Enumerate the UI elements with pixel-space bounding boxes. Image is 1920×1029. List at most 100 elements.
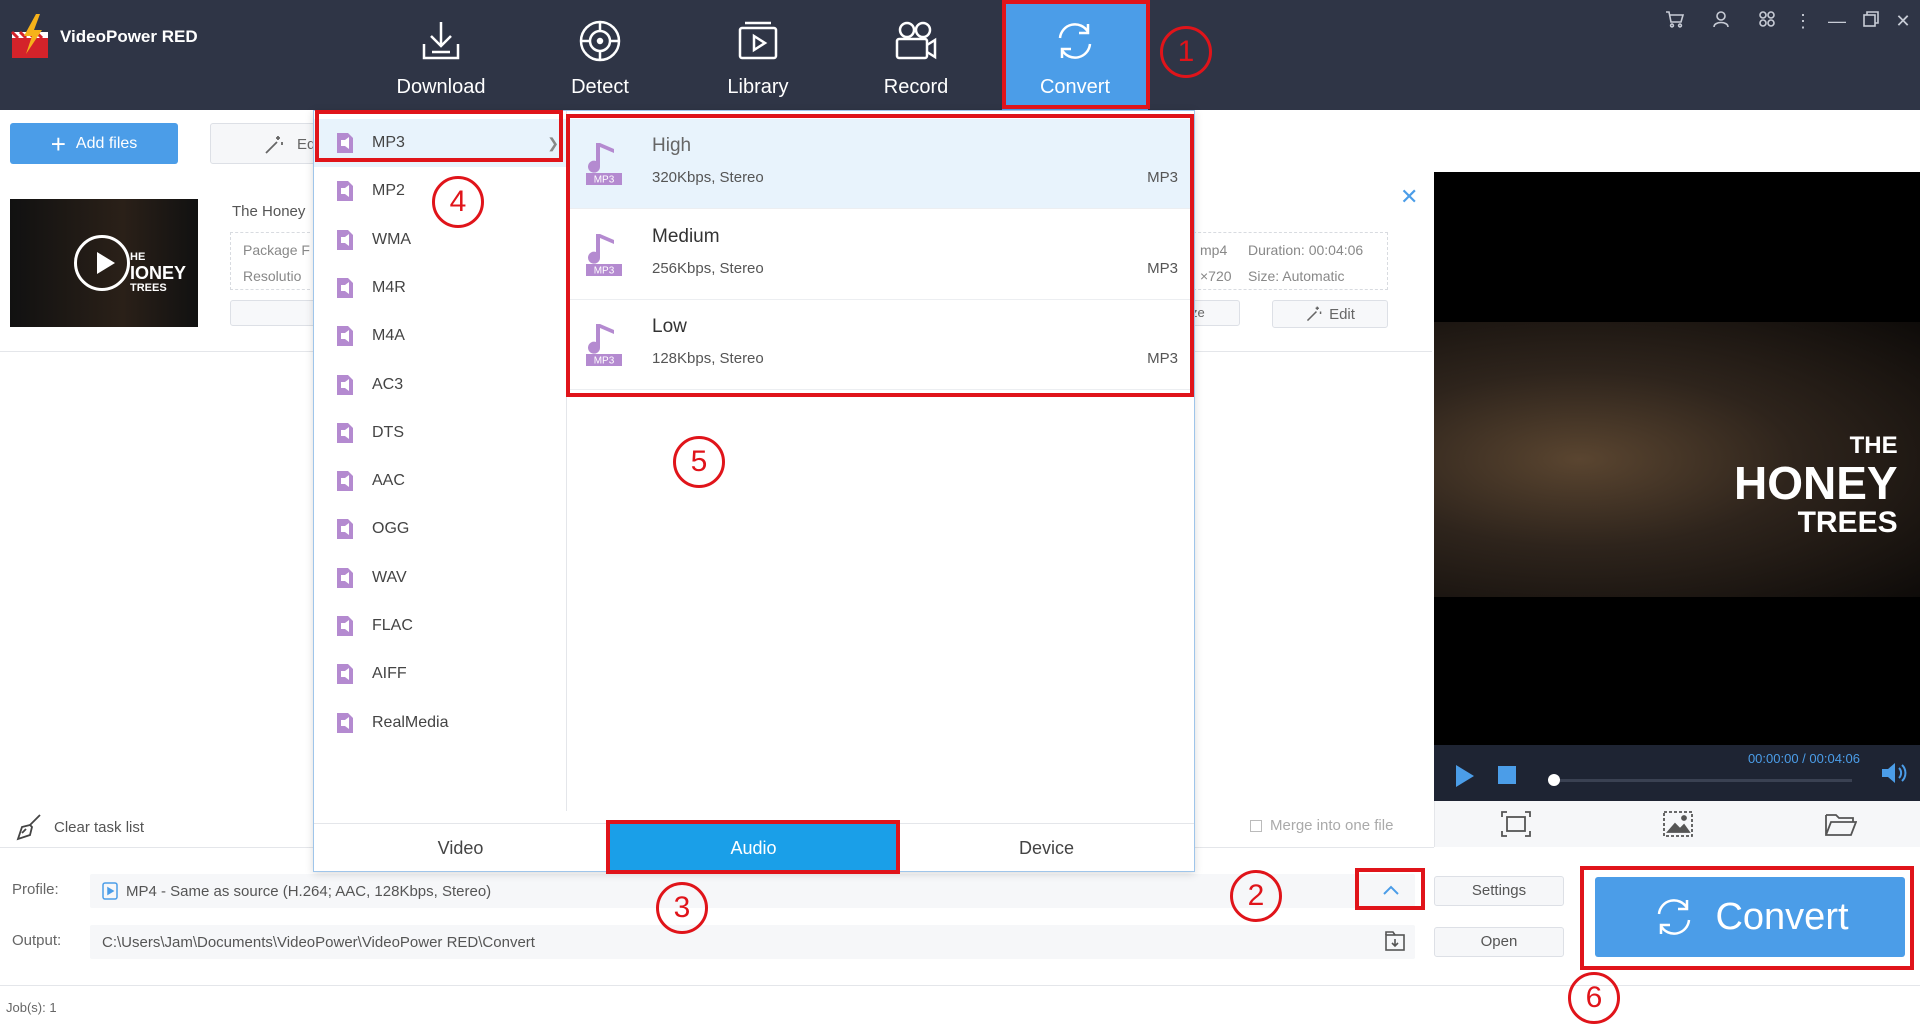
convert-icon — [1058, 23, 1092, 59]
nav-download[interactable]: Download — [366, 0, 516, 110]
player-controls: 00:00:00 / 00:04:06 — [1434, 745, 1920, 801]
music-note-icon: MP3 — [586, 143, 622, 186]
format-item-m4a[interactable]: M4A — [314, 312, 567, 360]
output-path-field[interactable]: C:\Users\Jam\Documents\VideoPower\VideoP… — [90, 925, 1415, 959]
audio-file-icon — [337, 519, 353, 540]
quality-item-medium[interactable]: MP3 Medium 256Kbps, Stereo MP3 — [568, 210, 1194, 300]
audio-file-icon — [337, 471, 353, 492]
quality-format: MP3 — [1147, 259, 1178, 277]
nav-record[interactable]: Record — [841, 0, 991, 110]
open-folder-icon[interactable] — [1825, 811, 1857, 837]
detect-icon — [579, 20, 621, 62]
task-edit-button[interactable]: Edit — [1272, 300, 1388, 328]
nav-convert-label: Convert — [1039, 76, 1111, 98]
step-2-badge: 2 — [1230, 870, 1282, 922]
svg-text:MP3: MP3 — [594, 175, 615, 186]
convert-button[interactable]: Convert — [1595, 877, 1905, 957]
quality-format: MP3 — [1147, 169, 1178, 186]
audio-file-icon — [337, 181, 353, 202]
tab-device[interactable]: Device — [900, 824, 1193, 872]
preview-toolbar — [1434, 801, 1920, 847]
playback-time: 00:00:00 / 00:04:06 — [1747, 751, 1860, 766]
clear-task-list-button[interactable]: Clear task list — [16, 813, 144, 841]
volume-icon[interactable] — [1880, 761, 1908, 785]
format-item-aac[interactable]: AAC — [314, 457, 567, 505]
step-6-badge: 6 — [1568, 972, 1620, 1024]
svg-text:MP3: MP3 — [594, 265, 615, 276]
open-button[interactable]: Open — [1434, 927, 1564, 957]
format-label: WAV — [372, 568, 407, 586]
quality-item-high[interactable]: MP3 High 320Kbps, Stereo MP3 — [568, 119, 1194, 209]
profile-select[interactable]: MP4 - Same as source (H.264; AAC, 128Kbp… — [90, 874, 1415, 908]
format-label: WMA — [372, 230, 412, 248]
cart-icon[interactable] — [1664, 10, 1686, 32]
format-item-realmedia[interactable]: RealMedia — [314, 699, 567, 747]
seek-handle[interactable] — [1548, 774, 1560, 786]
format-item-ogg[interactable]: OGG — [314, 505, 567, 553]
add-files-button[interactable]: + Add files — [10, 123, 178, 164]
quality-list: MP3 High 320Kbps, Stereo MP3 MP3 Medium 256Kbp… — [568, 111, 1194, 811]
quality-item-low[interactable]: MP3 Low 128Kbps, Stereo MP3 — [568, 300, 1194, 390]
app-title: VideoPower RED — [60, 27, 198, 46]
nav-library-label: Library — [727, 76, 789, 98]
snapshot-icon[interactable] — [1663, 811, 1693, 837]
nav-library[interactable]: Library — [683, 0, 833, 110]
step-3-badge: 3 — [656, 882, 708, 934]
audio-file-icon — [337, 374, 353, 395]
tab-video[interactable]: Video — [314, 824, 607, 872]
merge-checkbox[interactable]: Merge into one file — [1250, 817, 1393, 834]
browse-folder-icon[interactable] — [1384, 930, 1406, 952]
step-5-badge: 5 — [673, 436, 725, 488]
more-menu-icon[interactable]: ⋮ — [1792, 10, 1814, 32]
profile-dropdown-toggle[interactable] — [1358, 870, 1424, 910]
thumbnail-play-icon[interactable] — [74, 235, 130, 291]
video-thumbnail[interactable]: HE IONEY TREES — [10, 199, 198, 327]
quality-name: High — [652, 135, 692, 156]
audio-file-icon — [337, 229, 353, 250]
quality-name: Medium — [652, 225, 720, 247]
task-action-button[interactable] — [230, 300, 316, 326]
remove-task-icon[interactable]: ✕ — [1400, 184, 1418, 210]
preview-frame: THE HONEY TREES — [1434, 322, 1920, 597]
nav-download-label: Download — [396, 76, 486, 98]
stop-icon[interactable] — [1498, 766, 1516, 784]
edit-toolbar-button[interactable]: Ed — [210, 123, 330, 164]
format-item-m4r[interactable]: M4R — [314, 264, 567, 312]
format-item-dts[interactable]: DTS — [314, 409, 567, 457]
apps-icon[interactable] — [1756, 10, 1778, 32]
tab-audio[interactable]: Audio — [607, 824, 900, 872]
magic-wand-icon — [265, 136, 283, 154]
format-label: RealMedia — [372, 713, 449, 731]
quality-detail: 320Kbps, Stereo — [652, 169, 764, 186]
task-edit-label: Edit — [1329, 305, 1355, 323]
minimize-icon[interactable]: — — [1826, 10, 1848, 32]
format-item-mp3[interactable]: MP3 ❯ — [314, 119, 567, 167]
fullscreen-icon[interactable] — [1501, 811, 1531, 837]
settings-button[interactable]: Settings — [1434, 876, 1564, 906]
format-item-flac[interactable]: FLAC — [314, 602, 567, 650]
status-divider — [0, 985, 1920, 986]
svg-text:MP3: MP3 — [594, 356, 615, 367]
format-label: M4A — [372, 327, 405, 345]
format-item-ac3[interactable]: AC3 — [314, 361, 567, 409]
convert-button-label: Convert — [1715, 895, 1849, 938]
add-files-label: Add files — [75, 134, 138, 152]
account-icon[interactable] — [1710, 10, 1732, 32]
close-window-icon[interactable]: ✕ — [1892, 10, 1914, 32]
nav-convert[interactable]: Convert — [1002, 0, 1148, 110]
nav-detect[interactable]: Detect — [525, 0, 675, 110]
format-label: OGG — [372, 520, 410, 538]
output-label: Output: — [12, 932, 62, 949]
format-item-wma[interactable]: WMA — [314, 216, 567, 264]
audio-file-icon — [337, 712, 353, 733]
format-item-aiff[interactable]: AIFF — [314, 650, 567, 698]
audio-file-icon — [337, 567, 353, 588]
seek-bar[interactable] — [1552, 779, 1852, 782]
format-label: MP3 — [372, 134, 405, 151]
quality-detail: 128Kbps, Stereo — [652, 350, 764, 367]
merge-checkbox-box[interactable] — [1250, 819, 1262, 832]
format-item-wav[interactable]: WAV — [314, 554, 567, 602]
play-icon[interactable] — [1456, 765, 1474, 787]
restore-icon[interactable] — [1860, 10, 1882, 32]
format-label: MP2 — [372, 182, 405, 200]
